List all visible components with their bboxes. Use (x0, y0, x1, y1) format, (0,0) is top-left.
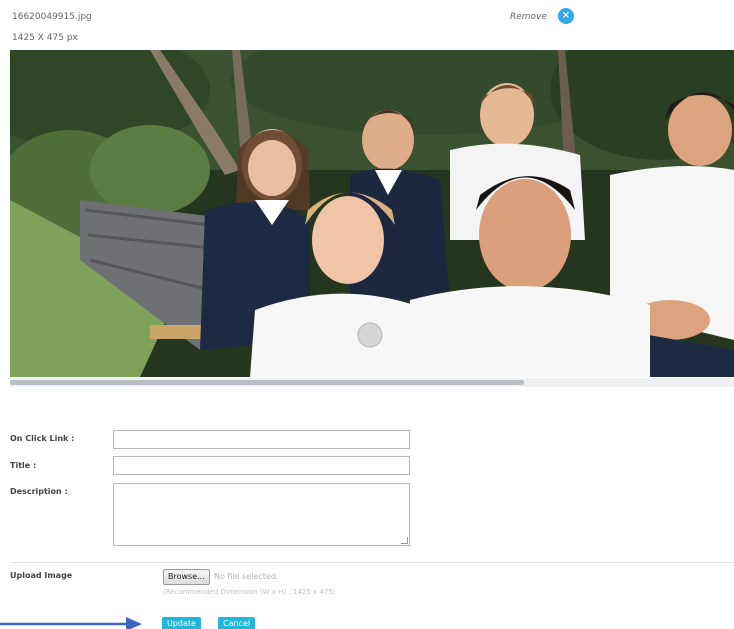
browse-button[interactable]: Browse... (163, 569, 210, 585)
description-label: Description : (10, 487, 68, 496)
title-input[interactable] (113, 456, 410, 475)
title-label: Title : (10, 461, 37, 470)
on-click-link-label: On Click Link : (10, 434, 75, 443)
cancel-button[interactable]: Cancel (218, 617, 256, 629)
dimension-hint: (Recommended Dimension (W x H) : 1425 x … (163, 588, 336, 596)
divider (10, 562, 734, 563)
description-textarea[interactable] (113, 483, 410, 546)
image-preview (10, 50, 734, 377)
horizontal-scrollbar[interactable] (10, 378, 734, 387)
file-name: 16620049915.jpg (12, 12, 92, 22)
photo-illustration (10, 50, 734, 377)
scrollbar-thumb[interactable] (10, 380, 524, 385)
no-file-text: No file selected. (214, 572, 279, 581)
update-button[interactable]: Update (162, 617, 201, 629)
upload-image-label: Upload Image (10, 571, 73, 580)
pointer-arrow-icon (0, 617, 142, 629)
remove-label[interactable]: Remove (510, 12, 547, 22)
resize-grip-icon[interactable] (401, 537, 408, 544)
file-dimensions: 1425 X 475 px (12, 33, 78, 43)
close-circle-icon[interactable]: × (558, 8, 574, 24)
on-click-link-input[interactable] (113, 430, 410, 449)
